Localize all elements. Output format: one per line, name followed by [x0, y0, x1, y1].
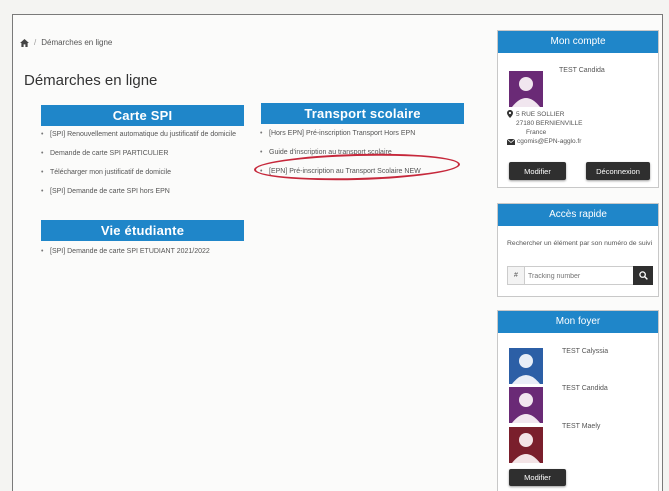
user-avatar-icon [509, 427, 543, 463]
envelope-icon [507, 139, 515, 145]
user-avatar-icon [509, 71, 543, 107]
avatar [509, 427, 543, 463]
vie-etudiante-links: [SPI] Demande de carte SPI ETUDIANT 2021… [41, 246, 246, 265]
avatar [509, 71, 543, 107]
hash-prefix: # [508, 267, 525, 284]
section-header-vie-etudiante: Vie étudiante [41, 220, 244, 241]
user-avatar-icon [509, 387, 543, 423]
tracking-search-group: # [507, 266, 653, 285]
link-spi-renouvellement[interactable]: [SPI] Renouvellement automatique du just… [41, 129, 246, 140]
user-avatar-icon [509, 348, 543, 384]
tracking-number-input[interactable] [526, 268, 630, 284]
panel-header-mon-compte: Mon compte [498, 31, 658, 53]
avatar [509, 348, 543, 384]
link-carte-spi-hors-epn[interactable]: [SPI] Demande de carte SPI hors EPN [41, 186, 246, 197]
section-header-transport-scolaire: Transport scolaire [261, 103, 464, 124]
panel-acces-rapide: Accès rapide Rechercher un élément par s… [497, 203, 659, 297]
link-telecharger-justificatif[interactable]: Télécharger mon justificatif de domicile [41, 167, 246, 178]
logout-button[interactable]: Déconnexion [586, 162, 650, 180]
breadcrumb: / Démarches en ligne [20, 38, 112, 47]
section-header-carte-spi: Carte SPI [41, 105, 244, 126]
account-name: TEST Candida [559, 67, 605, 74]
page-title: Démarches en ligne [24, 72, 158, 89]
map-marker-icon [507, 110, 513, 118]
panel-mon-compte: Mon compte TEST Candida 5 RUE SOLLIER 27… [497, 30, 659, 188]
address-line2: 27180 BERNIENVILLE [516, 120, 583, 127]
panel-mon-foyer: Mon foyer TEST Calyssia TEST Candida TES… [497, 310, 659, 491]
link-transport-hors-epn[interactable]: [Hors EPN] Pré-inscription Transport Hor… [260, 128, 465, 139]
carte-spi-links: [SPI] Renouvellement automatique du just… [41, 129, 246, 205]
home-icon[interactable] [20, 38, 29, 47]
modify-account-button[interactable]: Modifier [509, 162, 566, 180]
quick-access-description: Rechercher un élément par son numéro de … [507, 240, 653, 247]
address-country: France [526, 129, 547, 136]
account-email: cgomis@EPN-agglo.fr [517, 138, 582, 145]
panel-header-acces-rapide: Accès rapide [498, 204, 658, 226]
household-member-name: TEST Candida [562, 385, 608, 392]
search-button[interactable] [633, 266, 653, 285]
breadcrumb-current: Démarches en ligne [41, 38, 113, 47]
address-line1: 5 RUE SOLLIER [516, 111, 565, 118]
panel-header-mon-foyer: Mon foyer [498, 311, 658, 333]
avatar [509, 387, 543, 423]
search-icon [638, 271, 648, 280]
household-member-name: TEST Maely [562, 423, 601, 430]
link-carte-spi-etudiant[interactable]: [SPI] Demande de carte SPI ETUDIANT 2021… [41, 246, 246, 257]
household-member-name: TEST Calyssia [562, 348, 609, 355]
link-carte-spi-particulier[interactable]: Demande de carte SPI PARTICULIER [41, 148, 246, 159]
breadcrumb-separator: / [34, 38, 37, 47]
modify-household-button[interactable]: Modifier [509, 469, 566, 486]
